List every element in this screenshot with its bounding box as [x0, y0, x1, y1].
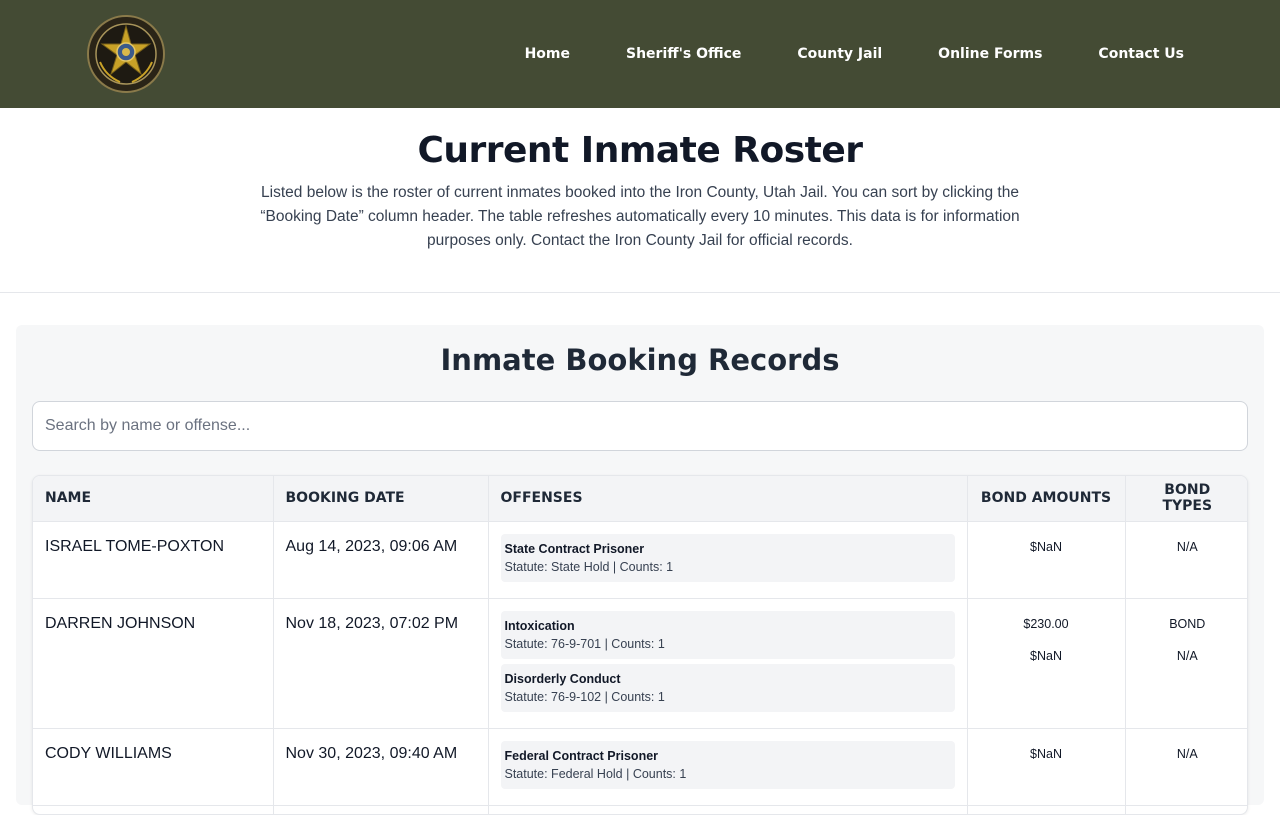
bond-type: N/A	[1176, 746, 1198, 761]
offense-name: Intoxication	[504, 618, 575, 633]
inmate-name: DARREN JOHNSON	[33, 598, 274, 729]
table-row	[33, 805, 1247, 814]
offenses-cell: Intoxication Statute: 76-9-701 | Counts:…	[488, 598, 968, 729]
offense-statute: Statute: 76-9-701 | Counts: 1	[504, 636, 665, 651]
offense-card: State Contract Prisoner Statute: State H…	[500, 533, 955, 582]
offense-card: Disorderly Conduct Statute: 76-9-102 | C…	[500, 663, 955, 712]
intro-section: Current Inmate Roster Listed below is th…	[0, 108, 1280, 293]
table-header-row: NAME BOOKING DATE OFFENSES BOND AMOUNTS …	[33, 476, 1247, 522]
bond-amount: $NaN	[1030, 648, 1062, 663]
search-input[interactable]	[32, 401, 1248, 451]
main-navigation: Home Sheriff's Office County Jail Online…	[525, 0, 1184, 108]
offense-card: Federal Contract Prisoner Statute: Feder…	[500, 740, 955, 789]
offenses-cell: State Contract Prisoner Statute: State H…	[488, 521, 968, 599]
bond-types-cell: BOND N/A	[1125, 598, 1247, 729]
column-header-bond-amounts: BOND AMOUNTS	[967, 476, 1126, 522]
table-row: CODY WILLIAMS Nov 30, 2023, 09:40 AM Fed…	[33, 728, 1247, 806]
bond-type: N/A	[1176, 539, 1198, 554]
section-divider	[0, 292, 1280, 293]
intro-description: Listed below is the roster of current in…	[260, 184, 1020, 249]
inmate-records-panel: Inmate Booking Records NAME BOOKING DATE…	[16, 325, 1264, 815]
booking-date: Nov 18, 2023, 07:02 PM	[273, 598, 489, 729]
table-row: ISRAEL TOME-POXTON Aug 14, 2023, 09:06 A…	[33, 521, 1247, 599]
nav-home[interactable]: Home	[525, 46, 570, 62]
bond-amount: $NaN	[1030, 746, 1062, 761]
column-header-offenses: OFFENSES	[488, 476, 968, 522]
page-title: Current Inmate Roster	[417, 130, 863, 171]
offense-name: Disorderly Conduct	[504, 671, 621, 686]
bond-amount: $230.00	[1023, 616, 1069, 631]
bond-amounts-cell: $230.00 $NaN	[967, 598, 1126, 729]
nav-county-jail[interactable]: County Jail	[797, 46, 882, 62]
inmate-name: CODY WILLIAMS	[33, 728, 274, 806]
bond-types-cell: N/A	[1125, 521, 1247, 599]
bond-type: N/A	[1176, 648, 1198, 663]
inmate-name: ISRAEL TOME-POXTON	[33, 521, 274, 599]
offense-statute: Statute: Federal Hold | Counts: 1	[504, 766, 687, 781]
offense-card: Intoxication Statute: 76-9-701 | Counts:…	[500, 610, 955, 659]
bond-types-cell: N/A	[1125, 728, 1247, 806]
nav-contact-us[interactable]: Contact Us	[1098, 46, 1184, 62]
bond-amounts-cell: $NaN	[967, 521, 1126, 599]
booking-date: Aug 14, 2023, 09:06 AM	[273, 521, 489, 599]
sheriff-badge-logo-icon[interactable]	[86, 14, 166, 94]
table-row: DARREN JOHNSON Nov 18, 2023, 07:02 PM In…	[33, 598, 1247, 729]
column-header-booking-date[interactable]: BOOKING DATE	[273, 476, 489, 522]
offense-statute: Statute: State Hold | Counts: 1	[504, 559, 674, 574]
records-title: Inmate Booking Records	[440, 343, 840, 377]
inmate-table-container: NAME BOOKING DATE OFFENSES BOND AMOUNTS …	[32, 475, 1248, 815]
top-navigation-bar: Home Sheriff's Office County Jail Online…	[0, 0, 1280, 108]
column-header-bond-types: BOND TYPES	[1125, 476, 1247, 522]
offense-name: State Contract Prisoner	[504, 541, 645, 556]
offense-name: Federal Contract Prisoner	[504, 748, 659, 763]
bond-amounts-cell: $NaN	[967, 728, 1126, 806]
bond-type: BOND	[1169, 616, 1206, 631]
bond-amount: $NaN	[1030, 539, 1062, 554]
offense-statute: Statute: 76-9-102 | Counts: 1	[504, 689, 665, 704]
inmate-table: NAME BOOKING DATE OFFENSES BOND AMOUNTS …	[33, 476, 1247, 814]
column-header-name: NAME	[33, 476, 274, 522]
booking-date: Nov 30, 2023, 09:40 AM	[273, 728, 489, 806]
offenses-cell: Federal Contract Prisoner Statute: Feder…	[488, 728, 968, 806]
nav-sheriffs-office[interactable]: Sheriff's Office	[626, 46, 741, 62]
nav-online-forms[interactable]: Online Forms	[938, 46, 1042, 62]
